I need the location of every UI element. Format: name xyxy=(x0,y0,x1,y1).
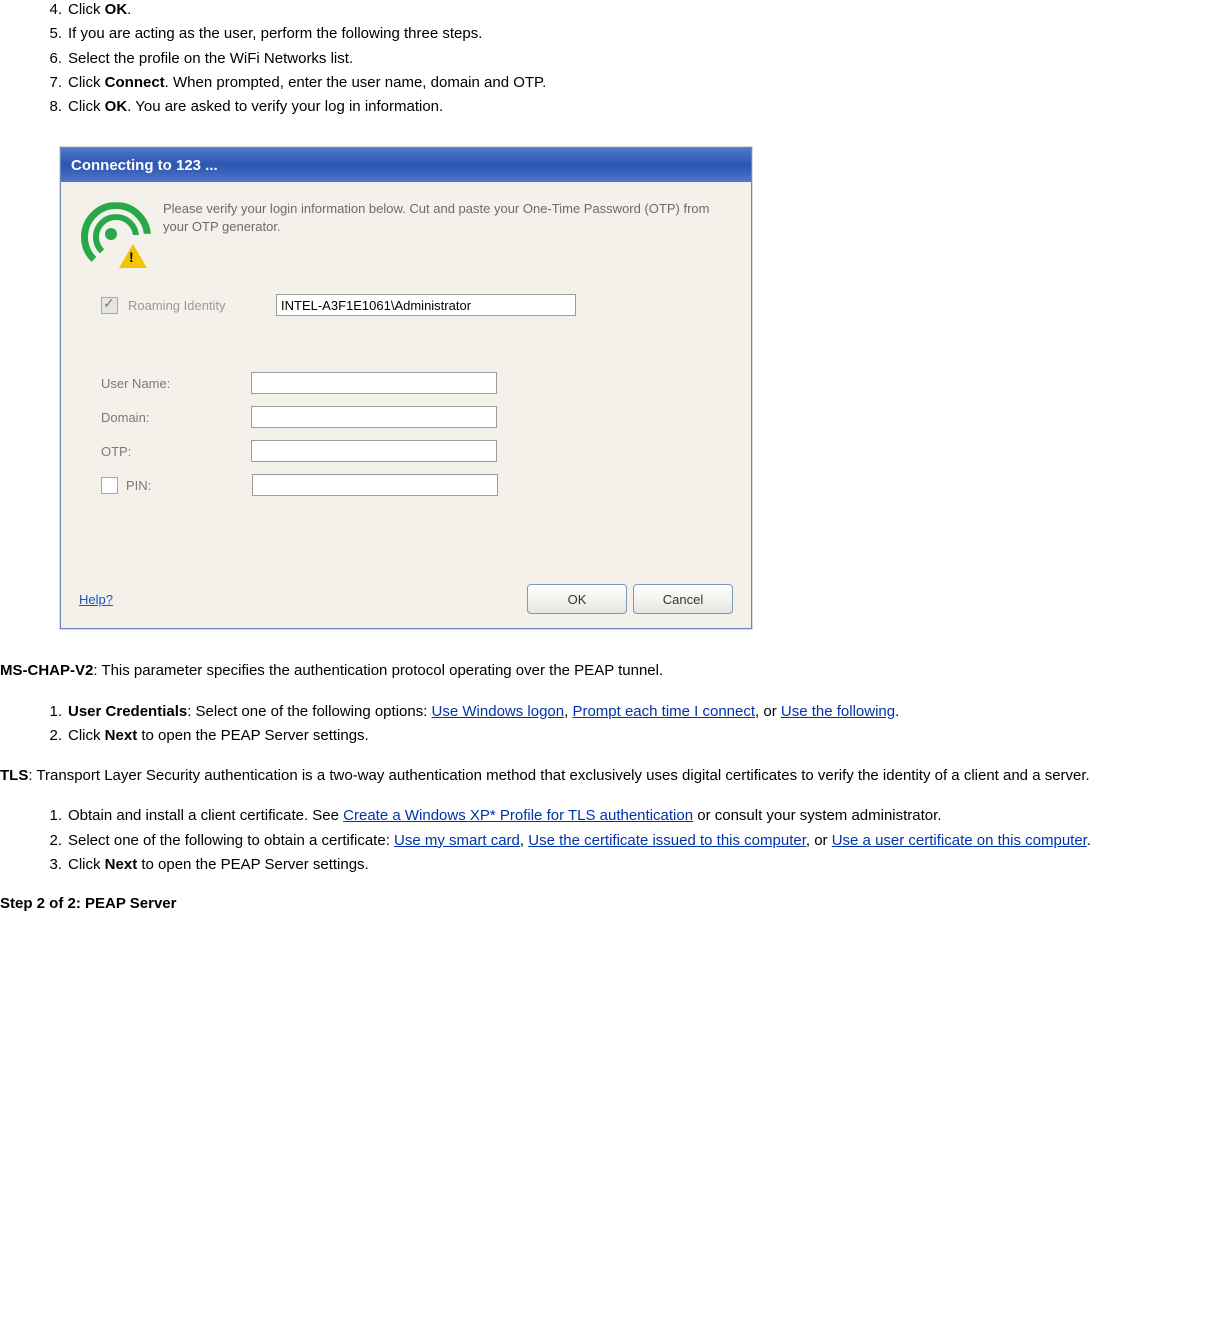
step-text: Select the profile on the WiFi Networks … xyxy=(68,50,353,67)
step2-heading: Step 2 of 2: PEAP Server xyxy=(0,895,1207,912)
dialog-titlebar: Connecting to 123 ... xyxy=(61,148,751,182)
step-text-pre: Click xyxy=(68,98,105,115)
step-text-b: or consult your system administrator. xyxy=(693,807,941,824)
domain-input[interactable] xyxy=(251,406,497,428)
tls-label: TLS xyxy=(0,767,28,784)
cancel-button[interactable]: Cancel xyxy=(633,584,733,614)
step-text: If you are acting as the user, perform t… xyxy=(68,25,482,42)
step-number: 4. xyxy=(38,0,62,20)
mschap-desc: : This parameter specifies the authentic… xyxy=(93,662,663,679)
top-steps-list: 4. Click OK. 5. If you are acting as the… xyxy=(38,0,1207,117)
pin-input[interactable] xyxy=(252,474,498,496)
otp-label: OTP: xyxy=(101,444,251,459)
step-text-pre: Click xyxy=(68,727,105,744)
step-text-post: . When prompted, enter the user name, do… xyxy=(165,74,547,91)
tls-step-1: 1. Obtain and install a client certifica… xyxy=(38,806,1207,826)
create-xp-profile-link[interactable]: Create a Windows XP* Profile for TLS aut… xyxy=(343,807,693,824)
mschap-label: MS-CHAP-V2 xyxy=(0,662,93,679)
username-label: User Name: xyxy=(101,376,251,391)
step-4: 4. Click OK. xyxy=(38,0,1207,20)
prompt-each-time-link[interactable]: Prompt each time I connect xyxy=(572,703,755,720)
step-text-pre: Click xyxy=(68,1,105,18)
step-6: 6. Select the profile on the WiFi Networ… xyxy=(38,49,1207,69)
step-text-bold: OK xyxy=(105,98,128,115)
sep: , or xyxy=(806,832,832,849)
otp-row: OTP: xyxy=(101,440,733,462)
step-text-a: Select one of the following to obtain a … xyxy=(68,832,394,849)
dialog-figure: Connecting to 123 ... Please verify your… xyxy=(60,147,1207,629)
dialog-intro-text: Please verify your login information bel… xyxy=(163,200,733,236)
mschap-step-1: 1. User Credentials: Select one of the f… xyxy=(38,702,1207,722)
sep: , xyxy=(520,832,528,849)
roaming-identity-label: Roaming Identity xyxy=(128,298,276,313)
wifi-warning-icon xyxy=(79,200,143,264)
sep: , or xyxy=(755,703,781,720)
roaming-identity-checkbox[interactable] xyxy=(101,297,118,314)
user-credentials-label: User Credentials xyxy=(68,703,187,720)
use-user-cert-link[interactable]: Use a user certificate on this computer xyxy=(832,832,1087,849)
mschap-step-2: 2. Click Next to open the PEAP Server se… xyxy=(38,726,1207,746)
domain-row: Domain: xyxy=(101,406,733,428)
mschap-steps-list: 1. User Credentials: Select one of the f… xyxy=(38,702,1207,747)
step-8: 8. Click OK. You are asked to verify you… xyxy=(38,97,1207,117)
mschap-paragraph: MS-CHAP-V2: This parameter specifies the… xyxy=(0,661,1207,681)
step-number: 5. xyxy=(38,24,62,44)
roaming-identity-row: Roaming Identity xyxy=(101,294,733,316)
step-text-a: Obtain and install a client certificate.… xyxy=(68,807,343,824)
tls-desc: : Transport Layer Security authenticatio… xyxy=(28,767,1089,784)
step-number: 1. xyxy=(38,806,62,826)
tls-step-2: 2. Select one of the following to obtain… xyxy=(38,831,1207,851)
step-text-pre: Click xyxy=(68,74,105,91)
step-text-post: to open the PEAP Server settings. xyxy=(137,727,369,744)
domain-label: Domain: xyxy=(101,410,251,425)
connecting-dialog: Connecting to 123 ... Please verify your… xyxy=(60,147,752,629)
step-5: 5. If you are acting as the user, perfor… xyxy=(38,24,1207,44)
step-text-bold: Next xyxy=(105,856,138,873)
step-text-bold: Connect xyxy=(105,74,165,91)
pin-label: PIN: xyxy=(126,478,252,493)
dialog-title: Connecting to 123 ... xyxy=(71,157,218,174)
step-text-bold: Next xyxy=(105,727,138,744)
username-row: User Name: xyxy=(101,372,733,394)
end: . xyxy=(895,703,899,720)
step-number: 6. xyxy=(38,49,62,69)
tls-steps-list: 1. Obtain and install a client certifica… xyxy=(38,806,1207,875)
use-cert-issued-link[interactable]: Use the certificate issued to this compu… xyxy=(528,832,806,849)
step-number: 2. xyxy=(38,726,62,746)
pin-checkbox[interactable] xyxy=(101,477,118,494)
tls-step-3: 3. Click Next to open the PEAP Server se… xyxy=(38,855,1207,875)
otp-input[interactable] xyxy=(251,440,497,462)
ok-button[interactable]: OK xyxy=(527,584,627,614)
step-number: 3. xyxy=(38,855,62,875)
step-text: : Select one of the following options: xyxy=(187,703,431,720)
tls-paragraph: TLS: Transport Layer Security authentica… xyxy=(0,766,1207,786)
use-smart-card-link[interactable]: Use my smart card xyxy=(394,832,520,849)
use-the-following-link[interactable]: Use the following xyxy=(781,703,895,720)
step-number: 8. xyxy=(38,97,62,117)
pin-row: PIN: xyxy=(101,474,733,496)
username-input[interactable] xyxy=(251,372,497,394)
step-number: 2. xyxy=(38,831,62,851)
end: . xyxy=(1087,832,1091,849)
step-7: 7. Click Connect. When prompted, enter t… xyxy=(38,73,1207,93)
step-text-post: . xyxy=(127,1,131,18)
use-windows-logon-link[interactable]: Use Windows logon xyxy=(432,703,565,720)
step-text-bold: OK xyxy=(105,1,128,18)
step-number: 1. xyxy=(38,702,62,722)
step-text-pre: Click xyxy=(68,856,105,873)
step-number: 7. xyxy=(38,73,62,93)
roaming-identity-input[interactable] xyxy=(276,294,576,316)
step-text-post: to open the PEAP Server settings. xyxy=(137,856,369,873)
help-link[interactable]: Help? xyxy=(79,592,113,607)
step-text-post: . You are asked to verify your log in in… xyxy=(127,98,443,115)
